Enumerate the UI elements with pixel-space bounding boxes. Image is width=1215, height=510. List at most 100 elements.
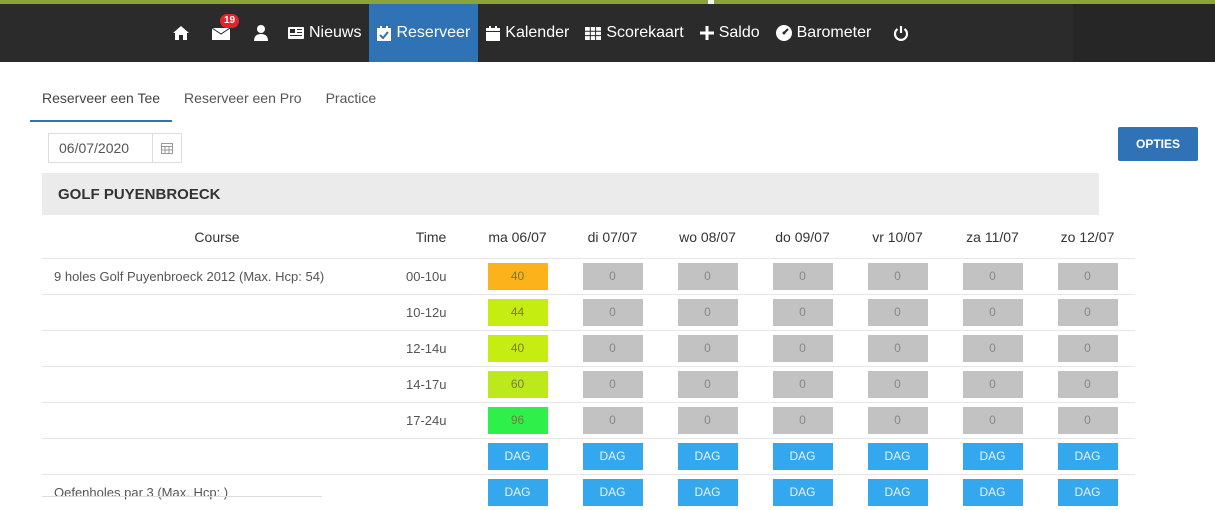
day-cell: 0 bbox=[660, 295, 755, 331]
slot-availability[interactable]: 0 bbox=[963, 371, 1023, 398]
reservation-tabs: Reserveer een Tee Reserveer een Pro Prac… bbox=[30, 80, 388, 122]
slot-availability[interactable]: 0 bbox=[583, 335, 643, 362]
day-cell: 0 bbox=[945, 259, 1040, 295]
day-cell: 40 bbox=[470, 259, 565, 295]
slot-availability[interactable]: 0 bbox=[868, 299, 928, 326]
slot-availability[interactable]: 0 bbox=[963, 299, 1023, 326]
gauge-icon bbox=[776, 25, 792, 41]
day-cell: DAG bbox=[470, 475, 565, 510]
slot-availability[interactable]: 0 bbox=[773, 371, 833, 398]
slot-availability[interactable]: 0 bbox=[678, 299, 738, 326]
slot-availability[interactable]: 0 bbox=[963, 335, 1023, 362]
day-cell: DAG bbox=[945, 475, 1040, 510]
slot-availability[interactable]: 0 bbox=[1058, 407, 1118, 434]
slot-availability[interactable]: 0 bbox=[773, 335, 833, 362]
slot-availability[interactable]: 40 bbox=[488, 335, 548, 362]
slot-availability[interactable]: 0 bbox=[583, 407, 643, 434]
nav-kalender[interactable]: Kalender bbox=[478, 4, 577, 62]
slot-availability[interactable]: 0 bbox=[868, 263, 928, 290]
nav-logout[interactable] bbox=[879, 4, 923, 62]
slot-availability[interactable]: 0 bbox=[1058, 263, 1118, 290]
day-cell: 0 bbox=[755, 331, 850, 367]
day-cell: DAG bbox=[660, 439, 755, 475]
date-input[interactable]: 06/07/2020 bbox=[48, 133, 152, 163]
slot-availability[interactable]: 0 bbox=[1058, 335, 1118, 362]
nav-saldo[interactable]: Saldo bbox=[692, 4, 768, 62]
dag-button[interactable]: DAG bbox=[488, 479, 548, 506]
tab-reserveer-tee[interactable]: Reserveer een Tee bbox=[30, 80, 172, 122]
day-cell: 0 bbox=[1040, 403, 1135, 439]
dag-button[interactable]: DAG bbox=[963, 479, 1023, 506]
slot-availability[interactable]: 0 bbox=[583, 299, 643, 326]
nav-nieuws[interactable]: Nieuws bbox=[280, 4, 369, 62]
day-cell: 0 bbox=[1040, 331, 1135, 367]
dag-button[interactable]: DAG bbox=[963, 443, 1023, 470]
slot-availability[interactable]: 0 bbox=[678, 263, 738, 290]
course-cell bbox=[42, 439, 392, 475]
dag-button[interactable]: DAG bbox=[1058, 443, 1118, 470]
day-cell: 0 bbox=[755, 403, 850, 439]
slot-availability[interactable]: 96 bbox=[488, 407, 548, 434]
slot-availability[interactable]: 0 bbox=[773, 299, 833, 326]
day-cell: 0 bbox=[1040, 259, 1135, 295]
slot-availability[interactable]: 0 bbox=[868, 335, 928, 362]
time-cell: 10-12u bbox=[392, 295, 470, 331]
slot-availability[interactable]: 44 bbox=[488, 299, 548, 326]
day-cell: 0 bbox=[850, 331, 945, 367]
power-icon bbox=[893, 25, 909, 41]
slot-availability[interactable]: 0 bbox=[868, 371, 928, 398]
nav-scorekaart[interactable]: Scorekaart bbox=[577, 4, 691, 62]
dag-button[interactable]: DAG bbox=[1058, 479, 1118, 506]
nav-saldo-label: Saldo bbox=[719, 24, 760, 42]
day-cell: 0 bbox=[755, 295, 850, 331]
dag-button[interactable]: DAG bbox=[773, 443, 833, 470]
slot-availability[interactable]: 0 bbox=[1058, 299, 1118, 326]
slot-availability[interactable]: 0 bbox=[773, 407, 833, 434]
dag-button[interactable]: DAG bbox=[678, 479, 738, 506]
home-icon bbox=[172, 25, 190, 41]
dag-button[interactable]: DAG bbox=[868, 479, 928, 506]
calendar-button[interactable] bbox=[152, 133, 182, 163]
nav-home[interactable] bbox=[162, 4, 200, 62]
nav-profile[interactable] bbox=[242, 4, 280, 62]
slot-availability[interactable]: 0 bbox=[583, 371, 643, 398]
column-header-day: zo 12/07 bbox=[1040, 216, 1135, 259]
nav-reserveer[interactable]: Reserveer bbox=[369, 4, 478, 62]
time-cell: 12-14u bbox=[392, 331, 470, 367]
slot-availability[interactable]: 0 bbox=[773, 263, 833, 290]
slot-availability[interactable]: 0 bbox=[678, 335, 738, 362]
dag-button[interactable]: DAG bbox=[488, 443, 548, 470]
day-cell: 0 bbox=[660, 259, 755, 295]
options-button[interactable]: OPTIES bbox=[1118, 127, 1198, 161]
dag-button[interactable]: DAG bbox=[773, 479, 833, 506]
slot-availability[interactable]: 0 bbox=[583, 263, 643, 290]
dag-button[interactable]: DAG bbox=[678, 443, 738, 470]
tab-reserveer-pro[interactable]: Reserveer een Pro bbox=[172, 80, 314, 122]
slot-availability[interactable]: 0 bbox=[1058, 371, 1118, 398]
slot-availability[interactable]: 40 bbox=[488, 263, 548, 290]
slot-availability[interactable]: 0 bbox=[868, 407, 928, 434]
day-cell: 0 bbox=[565, 367, 660, 403]
day-cell: 0 bbox=[565, 331, 660, 367]
day-cell: DAG bbox=[565, 439, 660, 475]
slot-availability[interactable]: 0 bbox=[678, 371, 738, 398]
dag-button[interactable]: DAG bbox=[583, 443, 643, 470]
course-cell bbox=[42, 367, 392, 403]
nav-barometer[interactable]: Barometer bbox=[768, 4, 880, 62]
table-row: 12-14u 40 0 0 0 0 0 0 bbox=[42, 331, 1135, 367]
slot-availability[interactable]: 60 bbox=[488, 371, 548, 398]
tab-practice[interactable]: Practice bbox=[314, 80, 389, 122]
time-cell bbox=[392, 439, 470, 475]
slot-availability[interactable]: 0 bbox=[678, 407, 738, 434]
dag-button[interactable]: DAG bbox=[583, 479, 643, 506]
day-cell: DAG bbox=[1040, 439, 1135, 475]
date-picker: 06/07/2020 bbox=[48, 133, 182, 163]
day-cell: DAG bbox=[1040, 475, 1135, 510]
slot-availability[interactable]: 0 bbox=[963, 407, 1023, 434]
nav-barometer-label: Barometer bbox=[797, 24, 872, 42]
notification-badge: 19 bbox=[220, 14, 239, 28]
slot-availability[interactable]: 0 bbox=[963, 263, 1023, 290]
nav-messages[interactable]: 19 bbox=[200, 4, 242, 62]
day-cell: 0 bbox=[850, 295, 945, 331]
dag-button[interactable]: DAG bbox=[868, 443, 928, 470]
